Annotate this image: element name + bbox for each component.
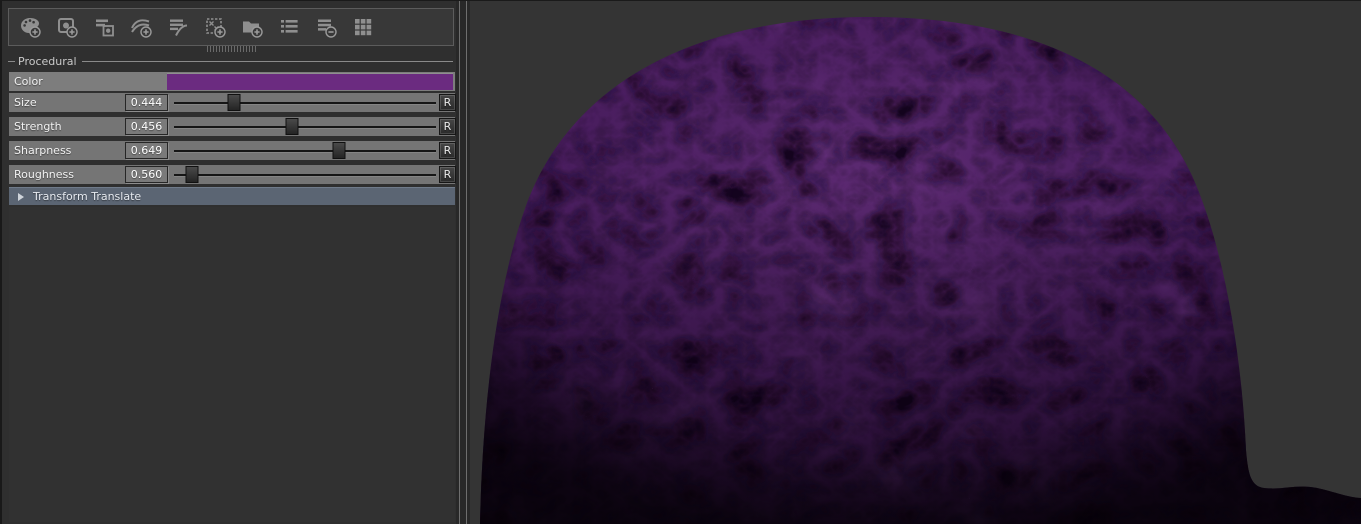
layers-image-icon[interactable]	[92, 15, 116, 39]
sharpness-label: Sharpness	[14, 144, 71, 157]
slider-track	[174, 174, 436, 176]
panel-splitter-grip[interactable]	[207, 46, 257, 52]
folder-add-icon[interactable]	[240, 15, 264, 39]
chevron-right-icon	[18, 193, 24, 201]
section-title-text: Procedural	[15, 55, 82, 68]
grid-icon[interactable]	[351, 15, 375, 39]
slider-track	[174, 150, 436, 152]
application-window: Procedural Color Size 0.444 R Strength 0…	[0, 0, 1361, 524]
slider-track	[174, 126, 436, 128]
size-slider[interactable]	[174, 93, 436, 112]
roughness-value-field[interactable]: 0.560	[125, 166, 168, 183]
properties-panel: Procedural Color Size 0.444 R Strength 0…	[0, 1, 456, 524]
sharpness-value-field[interactable]: 0.649	[125, 142, 168, 159]
strength-row: Strength 0.456 R	[9, 117, 455, 136]
size-row: Size 0.444 R	[9, 93, 455, 112]
panel-empty-area	[9, 207, 455, 522]
roughness-reset-button[interactable]: R	[439, 166, 456, 183]
transform-translate-group[interactable]: Transform Translate	[9, 187, 455, 205]
color-row: Color	[9, 72, 455, 91]
strength-slider[interactable]	[174, 117, 436, 136]
layers-toolbar	[8, 8, 454, 46]
roughness-slider-handle[interactable]	[186, 166, 199, 183]
sharpness-slider[interactable]	[174, 141, 436, 160]
strength-reset-button[interactable]: R	[439, 118, 456, 135]
roughness-row: Roughness 0.560 R	[9, 165, 455, 184]
stencil-add-icon[interactable]	[203, 15, 227, 39]
strength-label: Strength	[14, 120, 62, 133]
roughness-slider[interactable]	[174, 165, 436, 184]
panel-viewport-splitter[interactable]	[456, 1, 470, 524]
list-remove-icon[interactable]	[314, 15, 338, 39]
divider	[82, 61, 453, 62]
sharpness-slider-handle[interactable]	[333, 142, 346, 159]
image-add-icon[interactable]	[55, 15, 79, 39]
roughness-label: Roughness	[14, 168, 74, 181]
curves-add-icon[interactable]	[129, 15, 153, 39]
palette-add-icon[interactable]	[18, 15, 42, 39]
divider	[8, 61, 15, 62]
strength-value-field[interactable]: 0.456	[125, 118, 168, 135]
color-swatch[interactable]	[167, 73, 453, 90]
strength-slider-handle[interactable]	[285, 118, 298, 135]
sharpness-reset-button[interactable]: R	[439, 142, 456, 159]
size-reset-button[interactable]: R	[439, 94, 456, 111]
lines-curve-icon[interactable]	[166, 15, 190, 39]
procedural-section-title: Procedural	[8, 54, 453, 68]
size-value-field[interactable]: 0.444	[125, 94, 168, 111]
group-label: Transform Translate	[33, 190, 141, 203]
list-icon[interactable]	[277, 15, 301, 39]
sharpness-row: Sharpness 0.649 R	[9, 141, 455, 160]
sculpt-mesh[interactable]	[470, 1, 1361, 524]
viewport-3d[interactable]	[470, 1, 1361, 524]
slider-track	[174, 102, 436, 104]
size-slider-handle[interactable]	[228, 94, 241, 111]
size-label: Size	[14, 96, 37, 109]
color-label: Color	[14, 75, 43, 88]
